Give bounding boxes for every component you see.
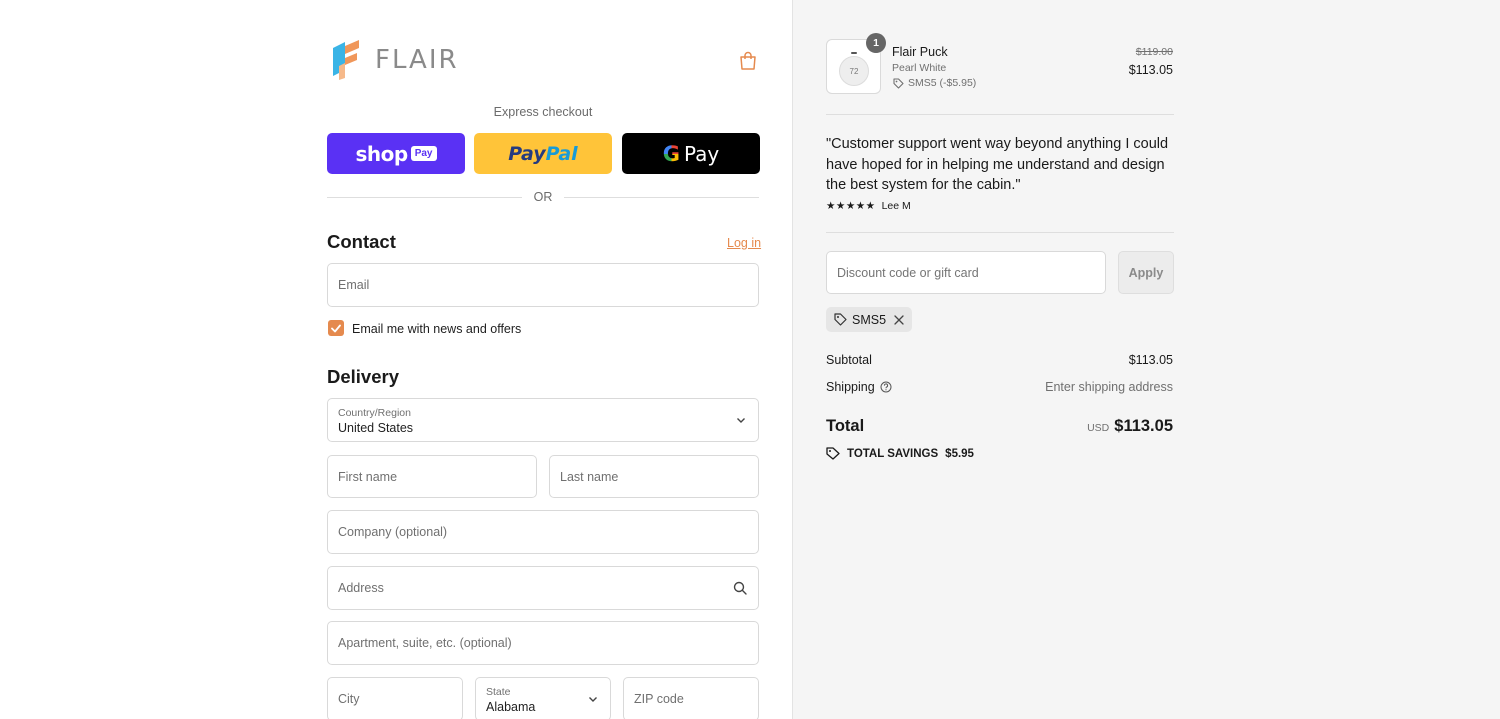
company-input[interactable] bbox=[328, 511, 758, 553]
paypal-button[interactable]: PayPal bbox=[474, 133, 612, 174]
savings-label: TOTAL SAVINGS bbox=[847, 447, 939, 460]
shop-pay-badge: Pay bbox=[410, 146, 437, 161]
search-icon[interactable] bbox=[733, 581, 747, 595]
applied-discount-chip: SMS5 bbox=[826, 307, 913, 332]
shipping-row-label: Shipping bbox=[826, 380, 892, 394]
zip-input[interactable] bbox=[624, 678, 758, 719]
address-input[interactable] bbox=[328, 567, 758, 609]
tag-icon bbox=[893, 77, 904, 89]
testimonial-attribution: ★★★★★ Lee M bbox=[826, 200, 911, 212]
checkout-form-panel: FLAIR Express checkout shop Pay PayPal G… bbox=[0, 0, 792, 719]
apartment-field[interactable] bbox=[327, 621, 759, 665]
last-name-field[interactable] bbox=[549, 455, 759, 498]
shop-pay-wordmark: shop bbox=[355, 141, 409, 166]
flair-logo[interactable]: FLAIR bbox=[331, 40, 459, 80]
express-checkout-label: Express checkout bbox=[493, 105, 593, 119]
chevron-down-icon bbox=[589, 697, 597, 702]
apply-discount-button[interactable]: Apply bbox=[1118, 251, 1174, 294]
flair-logo-icon bbox=[333, 40, 359, 80]
product-name: Flair Puck bbox=[892, 45, 948, 59]
total-savings: TOTAL SAVINGS $5.95 bbox=[826, 447, 974, 460]
discount-code-label: SMS5 bbox=[852, 312, 887, 327]
subtotal-label: Subtotal bbox=[826, 353, 872, 367]
chevron-down-icon bbox=[737, 418, 745, 423]
brand-name: FLAIR bbox=[375, 45, 459, 75]
or-divider: OR bbox=[327, 190, 759, 206]
state-label: State bbox=[486, 686, 511, 698]
testimonial-quote: "Customer support went way beyond anythi… bbox=[826, 136, 1169, 193]
email-input[interactable] bbox=[328, 264, 758, 306]
product-variant: Pearl White bbox=[892, 62, 947, 74]
country-label: Country/Region bbox=[338, 407, 411, 419]
city-field[interactable] bbox=[327, 677, 463, 719]
total-value: $113.05 bbox=[1114, 417, 1173, 435]
checkmark-icon bbox=[331, 324, 341, 332]
zip-field[interactable] bbox=[623, 677, 759, 719]
total-row: USD $113.05 bbox=[1000, 417, 1173, 436]
newsletter-label[interactable]: Email me with news and offers bbox=[352, 322, 521, 336]
divider bbox=[826, 232, 1174, 233]
delivery-heading: Delivery bbox=[327, 366, 399, 387]
original-price: $119.00 bbox=[1135, 46, 1173, 58]
newsletter-checkbox[interactable] bbox=[328, 320, 344, 336]
testimonial-author: Lee M bbox=[881, 200, 911, 212]
state-value: Alabama bbox=[486, 700, 536, 714]
google-g-icon: G bbox=[662, 141, 680, 166]
discount-code-input[interactable] bbox=[827, 252, 1105, 293]
shipping-value: Enter shipping address bbox=[1045, 380, 1173, 394]
divider bbox=[826, 114, 1174, 115]
company-field[interactable] bbox=[327, 510, 759, 554]
google-pay-button[interactable]: G Pay bbox=[622, 133, 760, 174]
address-field[interactable] bbox=[327, 566, 759, 610]
contact-heading: Contact bbox=[327, 231, 396, 252]
google-pay-wordmark: G Pay bbox=[662, 141, 720, 166]
country-select[interactable]: Country/Region United States bbox=[327, 398, 759, 442]
email-field[interactable] bbox=[327, 263, 759, 307]
first-name-input[interactable] bbox=[328, 456, 536, 497]
shipping-label: Shipping bbox=[826, 380, 875, 394]
last-name-input[interactable] bbox=[550, 456, 758, 497]
product-discount: SMS5 (-$5.95) bbox=[893, 77, 976, 89]
country-value: United States bbox=[338, 421, 414, 435]
login-link[interactable]: Log in bbox=[727, 236, 761, 250]
product-image: 72 bbox=[839, 56, 869, 86]
state-select[interactable]: State Alabama bbox=[475, 677, 611, 719]
subtotal-value: $113.05 bbox=[1128, 353, 1173, 367]
discount-code-field[interactable] bbox=[826, 251, 1106, 294]
savings-value: $5.95 bbox=[945, 447, 974, 460]
paypal-wordmark: PayPal bbox=[508, 142, 578, 165]
star-rating: ★★★★★ bbox=[826, 200, 876, 212]
total-label: Total bbox=[826, 417, 865, 435]
tag-icon bbox=[826, 447, 840, 460]
first-name-field[interactable] bbox=[327, 455, 537, 498]
city-input[interactable] bbox=[328, 678, 462, 719]
apartment-input[interactable] bbox=[328, 622, 758, 664]
shop-pay-button[interactable]: shop Pay bbox=[327, 133, 465, 174]
currency-code: USD bbox=[1087, 422, 1110, 434]
quantity-badge: 1 bbox=[866, 33, 886, 53]
help-icon[interactable] bbox=[880, 381, 892, 393]
shopping-bag-icon[interactable] bbox=[739, 51, 757, 70]
remove-discount-icon[interactable] bbox=[894, 314, 904, 325]
tag-icon bbox=[834, 313, 847, 326]
item-price: $113.05 bbox=[1128, 63, 1173, 77]
